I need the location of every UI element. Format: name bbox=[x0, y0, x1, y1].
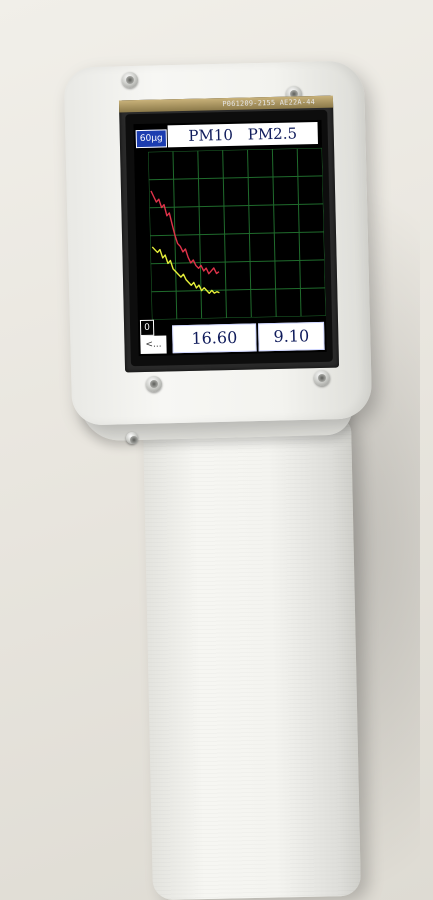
grid-line-horizontal bbox=[149, 203, 324, 209]
grid-line-horizontal bbox=[150, 259, 325, 265]
screen-footer: 0 <... 16.60 9.10 bbox=[138, 316, 327, 356]
screw-bottom-left-icon bbox=[146, 376, 162, 392]
pm25-value: 9.10 bbox=[258, 321, 325, 352]
pm-chart-svg bbox=[148, 147, 326, 320]
display-bezel: 60µg PM10 PM2.5 0 <... 16.60 9.10 bbox=[125, 109, 333, 367]
series-header: PM10 PM2.5 bbox=[167, 121, 318, 148]
pm10-value: 16.60 bbox=[172, 323, 257, 354]
device-handle bbox=[143, 417, 361, 900]
screw-rim-icon bbox=[126, 432, 138, 444]
series-line-pm25 bbox=[151, 246, 220, 294]
screw-top-left-icon bbox=[122, 72, 138, 88]
display-module: P061209-2155 AE22A-44 60µg PM10 PM2.5 0 … bbox=[118, 95, 340, 373]
grid-line-horizontal bbox=[148, 175, 323, 181]
print-layer-texture bbox=[143, 417, 361, 900]
lcd-screen: 60µg PM10 PM2.5 0 <... 16.60 9.10 bbox=[133, 119, 327, 357]
screw-bottom-right-icon bbox=[314, 370, 330, 386]
grid-line-horizontal bbox=[151, 287, 326, 293]
y-max-label: 60µg bbox=[135, 129, 167, 149]
pm-chart bbox=[148, 147, 326, 320]
grid-line-horizontal bbox=[150, 231, 324, 237]
series-label-pm10: PM10 bbox=[188, 125, 234, 145]
series-label-pm25: PM2.5 bbox=[247, 124, 298, 144]
screen-header: 60µg PM10 PM2.5 bbox=[133, 120, 322, 150]
pcb-label: P061209-2155 AE22A-44 bbox=[222, 98, 316, 109]
back-button[interactable]: <... bbox=[140, 335, 167, 355]
y-min-label: 0 bbox=[139, 319, 155, 337]
